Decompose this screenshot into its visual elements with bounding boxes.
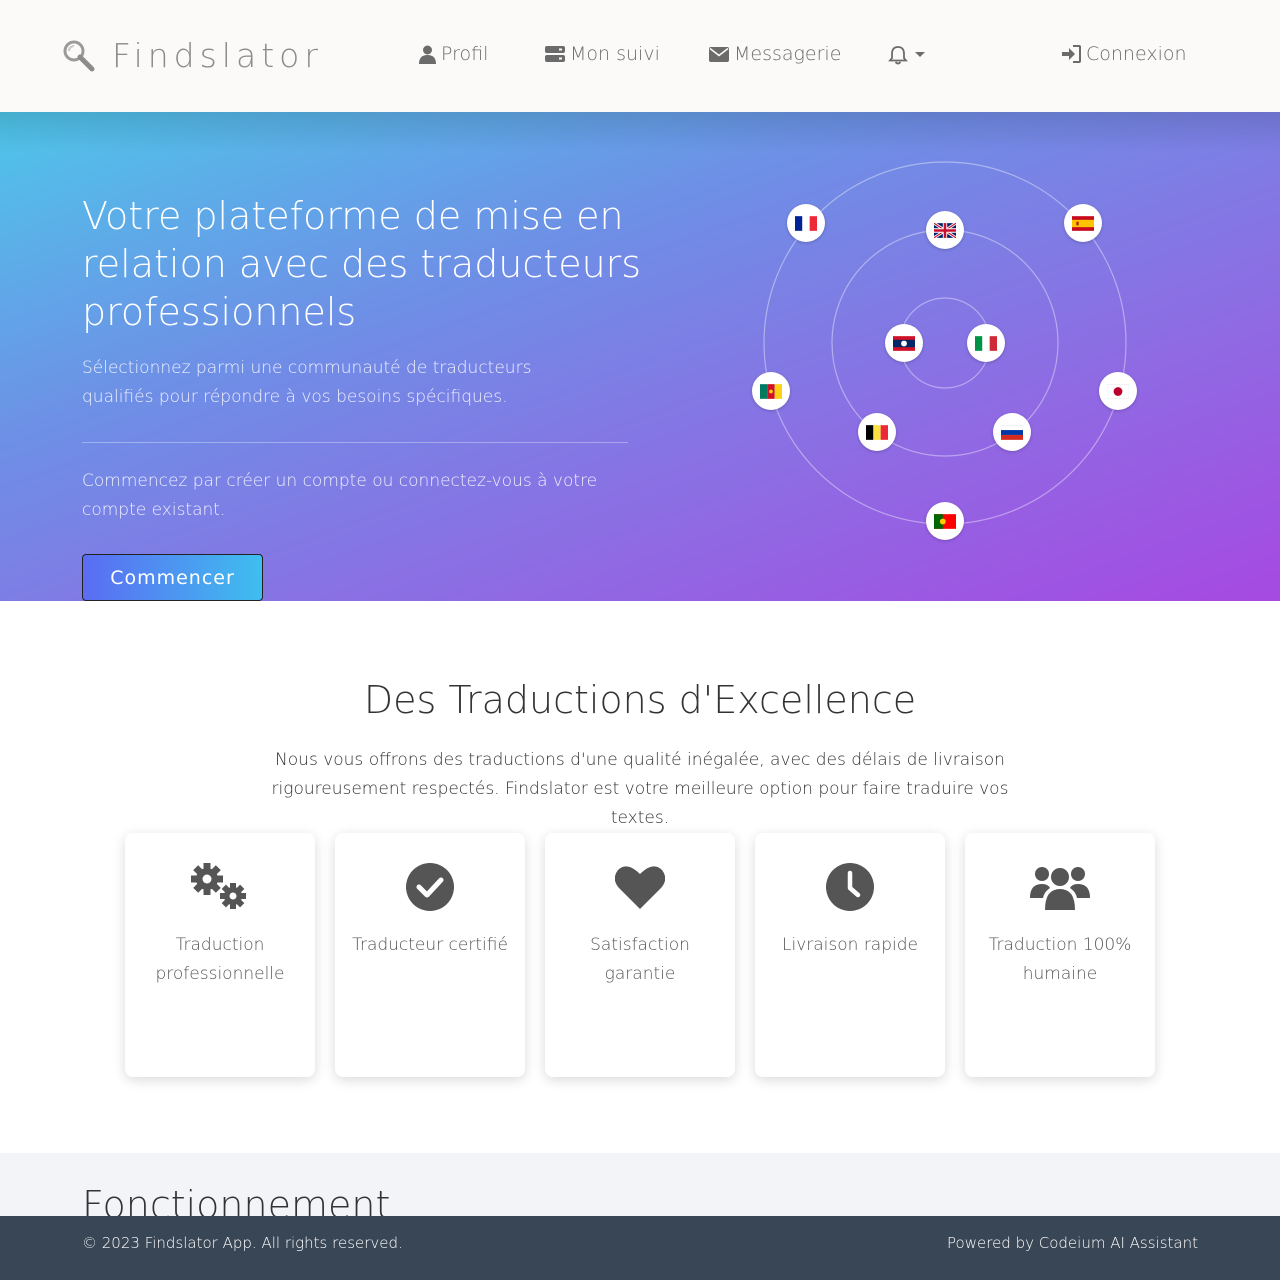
feature-card: Traduction 100% humaine xyxy=(965,833,1155,1077)
feature-card: Traduction professionnelle xyxy=(125,833,315,1077)
user-icon xyxy=(419,45,436,64)
brand-name: Findslator xyxy=(112,36,323,75)
nav-messagerie-label: Messagerie xyxy=(734,43,842,65)
feature-label: Traducteur certifié xyxy=(352,935,508,955)
feature-card: Satisfaction garantie xyxy=(545,833,735,1077)
flag-japan-icon xyxy=(1099,372,1137,410)
nav-messagerie[interactable]: Messagerie xyxy=(709,43,841,65)
nav-mon-suivi[interactable]: Mon suivi xyxy=(545,43,660,65)
users-icon xyxy=(1030,867,1090,910)
feature-card: Livraison rapide xyxy=(755,833,945,1077)
tracking-icon xyxy=(545,46,565,62)
nav-connexion[interactable]: Connexion xyxy=(1061,43,1187,65)
heart-icon xyxy=(615,866,665,909)
clock-icon xyxy=(826,863,874,911)
flag-uk-icon xyxy=(926,211,964,249)
nav-profil-label: Profil xyxy=(441,43,489,65)
language-orbit-graphic xyxy=(763,161,1127,525)
excellence-title: Des Traductions d'Excellence xyxy=(363,678,917,722)
brand[interactable]: Findslator xyxy=(62,36,323,75)
check-circle-icon xyxy=(406,863,454,911)
footer-powered-by: Powered by Codeium AI Assistant xyxy=(947,1234,1198,1252)
feature-card: Traducteur certifié xyxy=(335,833,525,1077)
flag-cameroon-icon xyxy=(752,372,790,410)
caret-down-icon xyxy=(915,52,925,57)
envelope-icon xyxy=(709,46,729,62)
feature-label: Livraison rapide xyxy=(782,935,918,955)
hero-section: Votre plateforme de mise en relation ave… xyxy=(0,112,1280,601)
footer-copyright: © 2023 Findslator App. All rights reserv… xyxy=(82,1234,403,1252)
gears-icon xyxy=(191,863,246,909)
feature-label: Satisfaction garantie xyxy=(590,935,690,984)
flag-belgium-icon xyxy=(858,413,896,451)
nav-profil[interactable]: Profil xyxy=(419,43,488,65)
login-icon xyxy=(1062,45,1081,63)
flag-portugal-icon xyxy=(926,502,964,540)
features-cards: Traduction professionnelle Traducteur ce… xyxy=(125,833,1155,1077)
nav-mon-suivi-label: Mon suivi xyxy=(570,43,660,65)
flag-laos-icon xyxy=(885,324,923,362)
feature-label: Traduction 100% humaine xyxy=(988,935,1132,984)
feature-label: Traduction professionnelle xyxy=(155,935,285,984)
navbar: Findslator Profil Mon suivi Messagerie C… xyxy=(0,0,1280,112)
flag-italy-icon xyxy=(967,324,1005,362)
footer: © 2023 Findslator App. All rights reserv… xyxy=(0,1216,1280,1280)
flag-russia-icon xyxy=(993,413,1031,451)
notifications-dropdown[interactable] xyxy=(888,45,930,65)
search-icon xyxy=(63,40,95,71)
flag-spain-icon xyxy=(1064,204,1102,242)
excellence-subtitle: Nous vous offrons des traductions d'une … xyxy=(271,750,1009,828)
flag-france-icon xyxy=(787,204,825,242)
bell-icon xyxy=(888,46,908,65)
nav-connexion-label: Connexion xyxy=(1086,43,1187,65)
